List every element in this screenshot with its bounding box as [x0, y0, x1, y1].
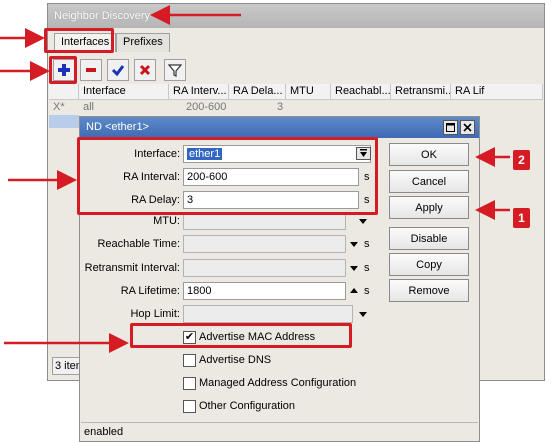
annotation-arrows: [0, 5, 510, 353]
